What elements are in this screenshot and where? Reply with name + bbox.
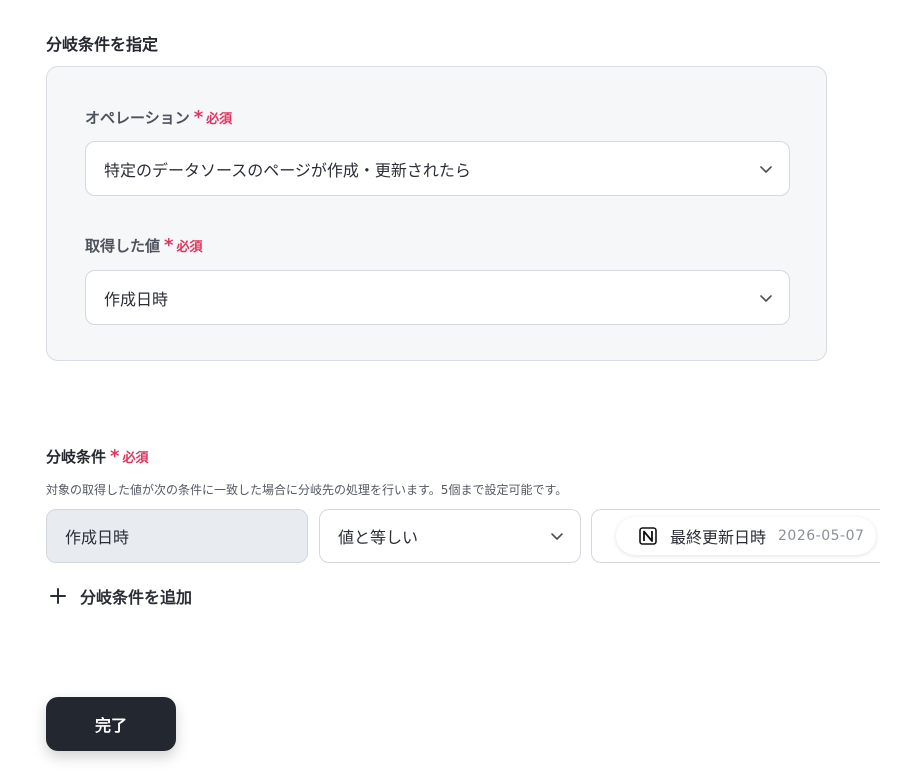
operation-card: オペレーション * 必須 特定のデータソースのページが作成・更新されたら 取得し… (46, 66, 827, 361)
required-text: 必須 (122, 451, 149, 466)
required-text: 必須 (176, 240, 203, 255)
value-chip[interactable]: 最終更新日時 2026-05-07 (616, 517, 877, 555)
plus-icon (50, 588, 66, 604)
operation-select-value: 特定のデータソースのページが作成・更新されたら (104, 160, 471, 180)
operation-label: オペレーション (85, 109, 190, 127)
acquired-value-label-row: 取得した値 * 必須 (85, 235, 202, 256)
value-chip-label: 最終更新日時 (670, 528, 767, 547)
required-asterisk: * (193, 106, 204, 128)
required-asterisk: * (164, 234, 174, 256)
condition-value-input[interactable]: 最終更新日時 2026-05-07 (591, 509, 880, 563)
condition-operator-value: 値と等しい (338, 528, 419, 547)
operation-label-row: オペレーション * 必須 (85, 107, 232, 128)
acquired-value-select[interactable]: 作成日時 (85, 270, 790, 325)
branch-condition-label: 分岐条件 (46, 448, 107, 466)
chevron-down-icon (760, 165, 772, 173)
branch-condition-description: 対象の取得した値が次の条件に一致した場合に分岐先の処理を行います。5個まで設定可… (46, 483, 568, 497)
acquired-value-select-value: 作成日時 (104, 289, 169, 309)
branch-condition-label-row: 分岐条件 * 必須 (46, 446, 148, 467)
chevron-down-icon (551, 533, 563, 540)
chevron-down-icon (760, 294, 772, 302)
condition-field: 作成日時 (46, 509, 308, 563)
add-branch-condition-label: 分岐条件を追加 (80, 588, 193, 607)
add-branch-condition-button[interactable]: 分岐条件を追加 (48, 584, 192, 608)
required-text: 必須 (206, 112, 233, 127)
section-title: 分岐条件を指定 (46, 35, 159, 54)
done-button[interactable]: 完了 (46, 697, 176, 751)
branch-settings-page: 分岐条件を指定 オペレーション * 必須 特定のデータソースのページが作成・更新… (0, 0, 912, 782)
operation-select[interactable]: 特定のデータソースのページが作成・更新されたら (85, 141, 790, 196)
value-chip-date: 2026-05-07 (778, 528, 865, 544)
condition-operator-select[interactable]: 値と等しい (319, 509, 581, 563)
required-asterisk: * (110, 445, 120, 467)
acquired-value-label: 取得した値 (85, 237, 161, 255)
condition-field-value: 作成日時 (65, 528, 130, 547)
notion-icon (639, 527, 657, 545)
